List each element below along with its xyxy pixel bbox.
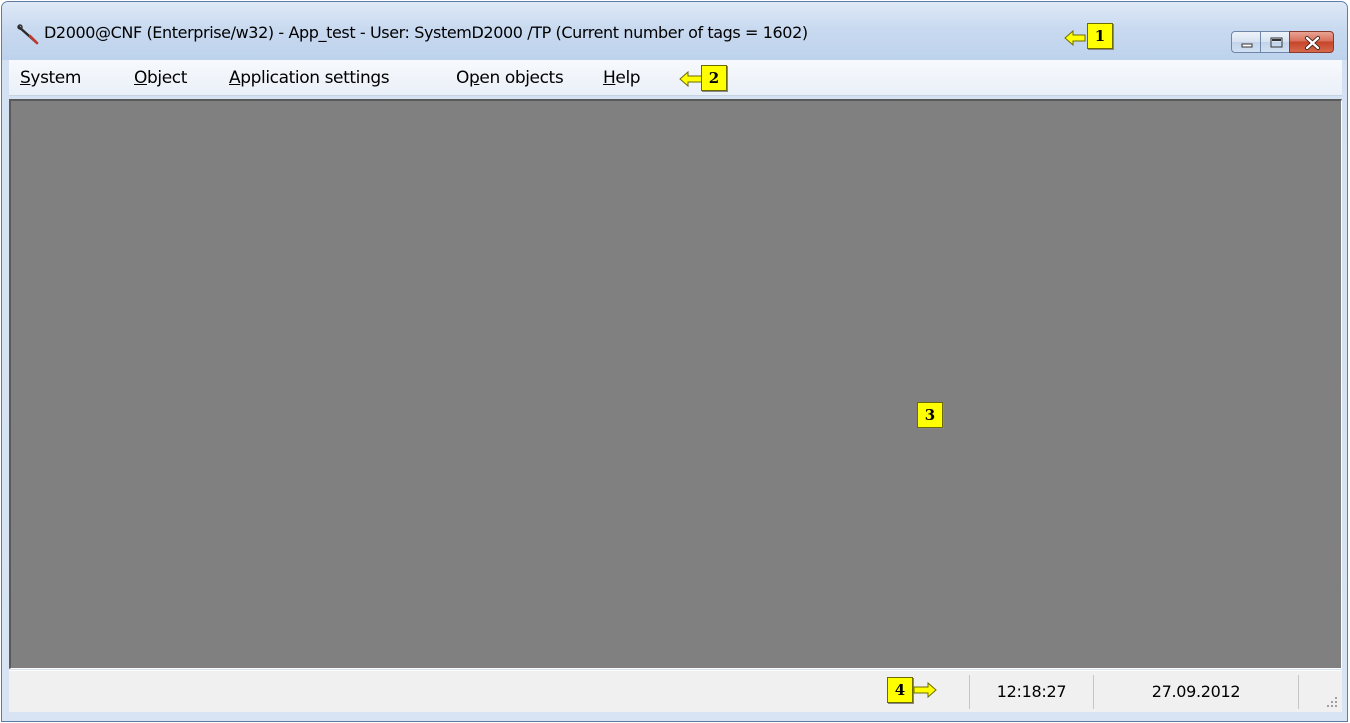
- status-date: 27.09.2012: [1094, 675, 1299, 709]
- maximize-icon: [1270, 37, 1283, 48]
- menu-bar: System Object Application settings Open …: [9, 60, 1342, 96]
- callout-3: 3: [917, 402, 943, 428]
- title-bar[interactable]: D2000@CNF (Enterprise/w32) - App_test - …: [2, 2, 1347, 60]
- close-icon: [1305, 36, 1320, 50]
- status-time: 12:18:27: [969, 675, 1094, 709]
- menu-object[interactable]: Object: [134, 68, 187, 88]
- status-bar: 4 12:18:27 27.09.2012: [9, 670, 1342, 712]
- wrench-icon: [17, 24, 39, 45]
- window-controls: [1231, 31, 1334, 53]
- maximize-button[interactable]: [1260, 31, 1290, 53]
- callout-arrow-left-icon: [679, 70, 703, 88]
- menu-open-objects[interactable]: Open objects: [456, 68, 564, 88]
- callout-arrow-right-icon: [913, 681, 937, 699]
- resize-grip-icon[interactable]: [1326, 696, 1338, 708]
- status-panel-empty: [9, 675, 969, 709]
- minimize-button[interactable]: [1231, 31, 1261, 53]
- callout-4: 4: [887, 677, 913, 703]
- close-button[interactable]: [1289, 31, 1334, 53]
- callout-1: 1: [1087, 23, 1113, 49]
- minimize-icon: [1241, 43, 1253, 48]
- menu-system[interactable]: System: [20, 68, 81, 88]
- mdi-workspace[interactable]: 3: [9, 99, 1342, 669]
- window-title: D2000@CNF (Enterprise/w32) - App_test - …: [44, 23, 808, 42]
- application-window: D2000@CNF (Enterprise/w32) - App_test - …: [1, 1, 1348, 722]
- callout-arrow-left-icon: [1064, 29, 1086, 47]
- menu-help[interactable]: Help: [603, 68, 641, 88]
- callout-2: 2: [701, 65, 727, 91]
- menu-application-settings[interactable]: Application settings: [229, 68, 390, 88]
